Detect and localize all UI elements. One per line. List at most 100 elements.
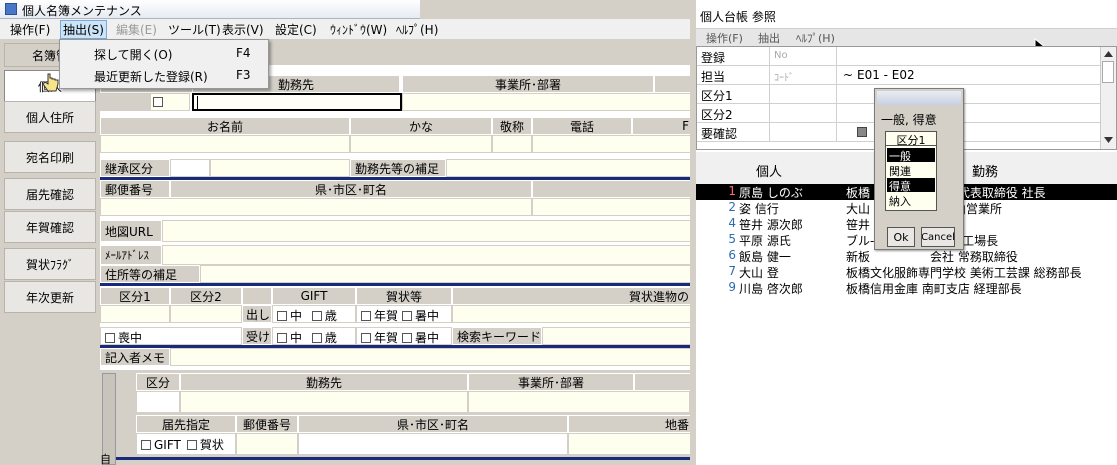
kubun2-input[interactable]: [170, 305, 242, 323]
b-chiban-input[interactable]: [568, 433, 690, 455]
menu-edit[interactable]: 編集(E): [116, 21, 157, 38]
criteria-scrollbar[interactable]: [1100, 47, 1116, 149]
kana-input[interactable]: [350, 135, 492, 153]
name-input[interactable]: [100, 135, 350, 153]
criteria-field: [769, 85, 837, 103]
gajo-shinbutsu-input[interactable]: [452, 305, 690, 323]
sidebar-item-nenji-koshin[interactable]: 年次更新: [4, 281, 96, 313]
kensaku-input[interactable]: [542, 327, 690, 345]
gajo-uke-nenga-checkbox[interactable]: [361, 333, 371, 343]
b-gajo-checkbox[interactable]: [186, 440, 197, 450]
sub-form-side-label: 自: [100, 453, 111, 465]
menu-window[interactable]: ｳｨﾝﾄﾞｳ(W): [330, 21, 387, 38]
criteria-field: ｺｰﾄﾞ: [769, 66, 837, 84]
check-cell: [150, 93, 190, 111]
menu-item-label: 最近更新した登録(R): [94, 70, 208, 84]
jigyosho-input[interactable]: [402, 93, 690, 111]
b-ken-input[interactable]: [298, 433, 568, 455]
menu-view[interactable]: 表示(V): [222, 21, 264, 38]
gift-uke-sai-checkbox[interactable]: [311, 333, 322, 343]
menu-operation[interactable]: 操作(F): [706, 30, 743, 46]
criteria-label: 区分2: [701, 108, 733, 122]
criteria-row[interactable]: 登録 No: [697, 47, 1100, 66]
b-jigyosho-input[interactable]: [468, 391, 690, 413]
keisho-kubun-input[interactable]: [170, 159, 210, 177]
gajo-uke-group: 年賀 暑中: [356, 327, 452, 345]
popup-titlebar: [877, 91, 961, 105]
criteria-row[interactable]: 担当 ｺｰﾄﾞ ~ E01 - E02: [697, 66, 1100, 85]
kubun-listbox[interactable]: 区分1 一般 関連 得意 納入: [885, 131, 937, 211]
menu-bar: 操作(F) 抽出 ﾍﾙﾌﾟ(H): [696, 28, 1117, 46]
sidebar-item-kojin-jusho[interactable]: 個人住所: [4, 101, 96, 133]
kubun1-input[interactable]: [100, 305, 170, 323]
map-url-input[interactable]: [162, 220, 690, 242]
window-title: 個人台帳 参照: [700, 10, 776, 24]
gift-dashi-chu-checkbox[interactable]: [277, 311, 287, 321]
menu-extract[interactable]: 抽出(S): [60, 20, 107, 39]
row-number: 1: [728, 184, 736, 198]
header-b-jigyosho: 事業所･部署: [468, 373, 634, 391]
menu-settings[interactable]: 設定(C): [275, 21, 317, 38]
ellipsis-button[interactable]: [857, 127, 867, 137]
row-person: 姿 信行: [739, 202, 779, 216]
gajo-dashi-nenga-checkbox[interactable]: [361, 311, 371, 321]
menu-help[interactable]: ﾍﾙﾌﾟ(H): [796, 30, 835, 46]
menu-item-recent[interactable]: 最近更新した登録(R) F3: [60, 65, 268, 85]
ok-button[interactable]: Ok: [887, 227, 915, 247]
kinmusaki-input[interactable]: [192, 93, 402, 111]
jusho-hosoku-input[interactable]: [200, 265, 690, 283]
listbox-item[interactable]: 納入: [887, 193, 935, 208]
cancel-button[interactable]: Cancel: [921, 227, 955, 247]
spacer-cell: [210, 159, 350, 177]
listbox-item[interactable]: 得意: [887, 178, 935, 193]
listbox-item[interactable]: 一般: [887, 148, 935, 163]
header-denwa: 電話: [532, 117, 632, 135]
menu-item-shortcut: F3: [236, 68, 251, 82]
list-row[interactable]: 6 飯島 健一 新板 会社 常務取締役: [696, 248, 1117, 264]
menu-item-label: 探して開く(O): [94, 48, 173, 62]
menu-extract[interactable]: 抽出: [758, 30, 780, 46]
scroll-thumb[interactable]: [1102, 61, 1114, 83]
gift-uke-chu-checkbox[interactable]: [277, 333, 287, 343]
memo-input[interactable]: [170, 348, 690, 366]
sidebar-item-nenga[interactable]: 年賀確認: [4, 211, 96, 243]
row-person: 大山 登: [739, 266, 779, 280]
menu-item-search-open[interactable]: 探して開く(O) F4: [60, 43, 268, 63]
sai-label: 歳: [324, 331, 337, 345]
menu-operation[interactable]: 操作(F): [10, 21, 50, 38]
b-gajo-label: 賀状: [199, 438, 224, 452]
kinmusaki-hosoku-input[interactable]: [446, 159, 690, 177]
keisho-input[interactable]: [492, 135, 532, 153]
list-row[interactable]: 9 川島 啓次郎 板橋信用金庫 南町支店 経理部長: [696, 280, 1117, 296]
criteria-label: 要確認: [701, 127, 738, 141]
list-row[interactable]: 7 大山 登 板橋文化服飾専門学校 美術工芸課 総務部長: [696, 264, 1117, 280]
gajo-dashi-shochu-checkbox[interactable]: [402, 311, 413, 321]
scroll-up-icon[interactable]: [1104, 51, 1113, 57]
menu-help[interactable]: ﾍﾙﾌﾟ(H): [396, 21, 438, 38]
extract-dropdown-menu: 探して開く(O) F4 最近更新した登録(R) F3: [59, 39, 269, 89]
b-kubun-input[interactable]: [136, 391, 180, 413]
address-input[interactable]: [100, 198, 532, 216]
menu-tools[interactable]: ツール(T): [168, 21, 221, 38]
gift-dashi-sai-checkbox[interactable]: [311, 311, 322, 321]
sidebar-item-gajo-flag[interactable]: 賀状ﾌﾗｸﾞ: [4, 248, 96, 280]
phone-input[interactable]: [532, 135, 690, 153]
criteria-field: [769, 123, 837, 141]
mail-input[interactable]: [162, 245, 690, 265]
b-yubin-input[interactable]: [236, 433, 298, 455]
listbox-item[interactable]: 関連: [887, 163, 935, 178]
chu-label: 中: [290, 309, 303, 323]
check-box[interactable]: [153, 97, 163, 107]
sidebar-item-todokesaki[interactable]: 届先確認: [4, 178, 96, 210]
row-work: 笹井: [846, 218, 871, 232]
label-dashi: 出し: [242, 305, 272, 323]
gajo-dashi-group: 年賀 暑中: [356, 305, 452, 323]
scroll-down-icon[interactable]: [1104, 137, 1113, 143]
b-kinmusaki-input[interactable]: [180, 391, 468, 413]
mochu-checkbox[interactable]: [105, 333, 115, 343]
sidebar-item-atena-insatsu[interactable]: 宛名印刷: [4, 141, 96, 173]
gajo-uke-shochu-checkbox[interactable]: [402, 333, 413, 343]
b-gift-checkbox[interactable]: [141, 440, 151, 450]
listbox-header: 区分1: [886, 132, 936, 147]
address-input-2[interactable]: [532, 198, 690, 216]
